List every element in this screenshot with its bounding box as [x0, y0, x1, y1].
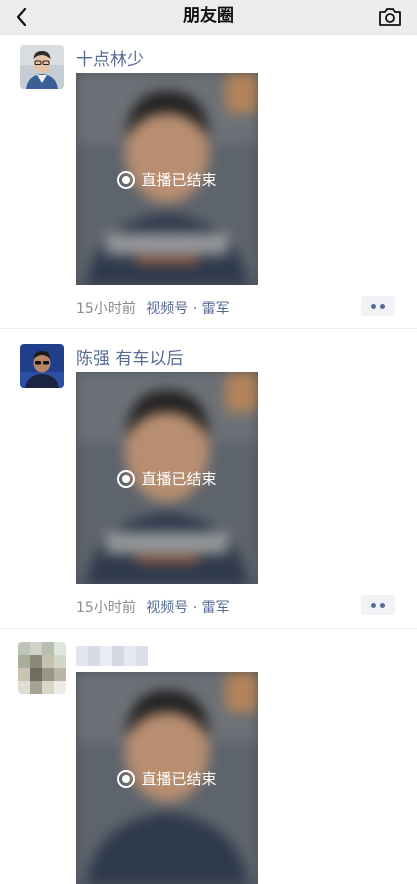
live-status-label: 直播已结束 — [141, 171, 217, 189]
live-ended-icon — [117, 170, 136, 189]
live-ended-icon — [117, 469, 136, 488]
moment-post: 十点林少 直播已结束 15小时前 视频号 · 雷军 — [0, 35, 417, 328]
post-source-link[interactable]: 视频号 · 雷军 — [146, 600, 229, 616]
moment-post: 直播已结束 — [0, 634, 417, 884]
more-dots-icon — [380, 603, 385, 608]
video-live-thumbnail[interactable]: 直播已结束 — [76, 73, 258, 285]
redacted-name-mosaic — [76, 646, 148, 666]
post-timestamp: 15小时前 — [76, 600, 136, 616]
post-divider — [0, 328, 417, 329]
top-navigation-bar: 朋友圈 — [0, 0, 417, 35]
live-ended-overlay: 直播已结束 — [76, 468, 258, 489]
page-title: 朋友圈 — [183, 6, 234, 26]
post-divider — [0, 628, 417, 629]
post-author-name[interactable]: 十点林少 — [76, 45, 144, 70]
live-ended-overlay: 直播已结束 — [76, 768, 258, 789]
avatar[interactable] — [20, 45, 64, 89]
camera-icon[interactable] — [377, 5, 403, 29]
video-live-thumbnail[interactable]: 直播已结束 — [76, 372, 258, 584]
live-status-label: 直播已结束 — [141, 470, 217, 488]
moment-post: 陈强 有车以后 直播已结束 15小时前 视频号 · 雷军 — [0, 334, 417, 628]
avatar-pixelated[interactable] — [18, 642, 66, 694]
more-actions-button[interactable] — [361, 296, 395, 316]
more-actions-button[interactable] — [361, 595, 395, 615]
more-dots-icon — [371, 304, 376, 309]
more-dots-icon — [380, 304, 385, 309]
post-meta: 15小时前 视频号 · 雷军 — [76, 298, 230, 318]
live-status-label: 直播已结束 — [141, 770, 217, 788]
live-ended-overlay: 直播已结束 — [76, 169, 258, 190]
post-source-link[interactable]: 视频号 · 雷军 — [146, 301, 229, 317]
post-meta: 15小时前 视频号 · 雷军 — [76, 597, 230, 617]
video-live-thumbnail[interactable]: 直播已结束 — [76, 672, 258, 884]
live-ended-icon — [117, 769, 136, 788]
post-timestamp: 15小时前 — [76, 301, 136, 317]
more-dots-icon — [371, 603, 376, 608]
post-author-name[interactable]: 陈强 有车以后 — [76, 344, 183, 369]
avatar[interactable] — [20, 344, 64, 388]
